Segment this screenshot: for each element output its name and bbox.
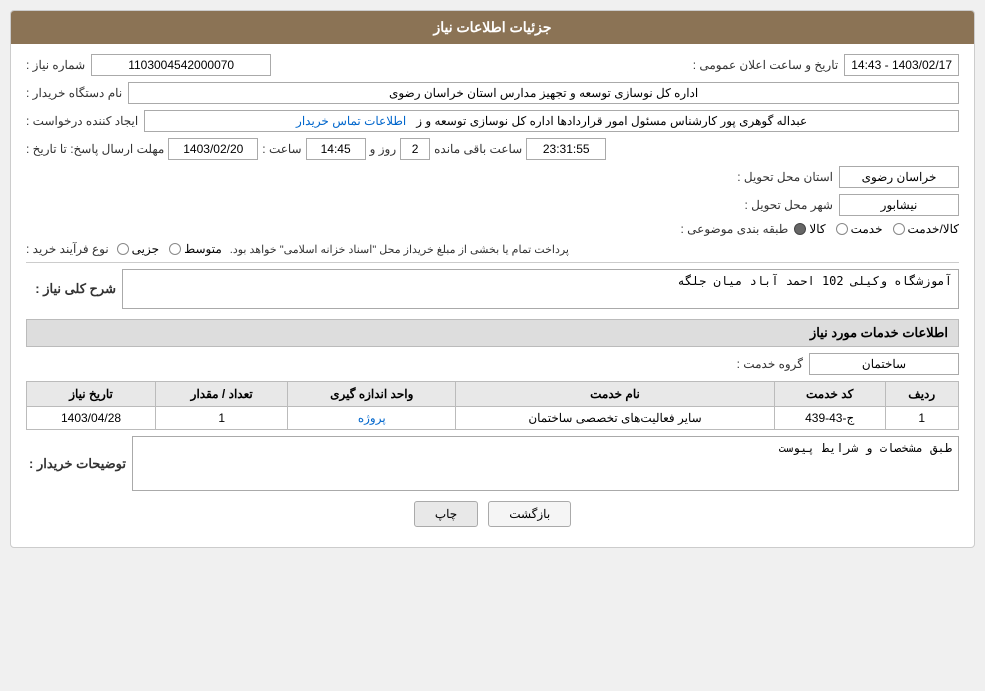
city-group: نیشابور شهر محل تحویل : xyxy=(744,194,959,216)
need-description-textarea[interactable]: آموزشگاه وکیلی 102 احمد آباد میان جلگه xyxy=(122,269,959,309)
purchase-type-radio-1[interactable] xyxy=(117,243,129,255)
creator-contact-link[interactable]: اطلاعات تماس خریدار xyxy=(296,114,406,128)
row-buyer-org: اداره کل نوسازی توسعه و تجهیز مدارس استا… xyxy=(26,82,959,104)
row-creator: عبداله گوهری پور کارشناس مسئول امور قرار… xyxy=(26,110,959,132)
deadline-date-value: 1403/02/20 xyxy=(168,138,258,160)
city-label: شهر محل تحویل : xyxy=(744,198,833,212)
deadline-day-label: روز و xyxy=(370,142,397,156)
purchase-type-label: نوع فرآیند خرید : xyxy=(26,242,109,256)
category-label-2: کالا xyxy=(809,222,825,236)
cell-service-name: سایر فعالیت‌های تخصصی ساختمان xyxy=(456,407,775,430)
province-label: استان محل تحویل : xyxy=(737,170,833,184)
province-value: خراسان رضوی xyxy=(839,166,959,188)
purchase-type-radio-group: متوسط جزیی xyxy=(117,242,222,256)
row-need-number: 1403/02/17 - 14:43 تاریخ و ساعت اعلان عم… xyxy=(26,54,959,76)
button-group: بازگشت چاپ xyxy=(26,501,959,537)
cell-unit: پروژه xyxy=(288,407,456,430)
services-table: ردیف کد خدمت نام خدمت واحد اندازه گیری ت… xyxy=(26,381,959,430)
page-title: جزئیات اطلاعات نیاز xyxy=(433,19,551,35)
category-option-1[interactable]: خدمت xyxy=(836,222,883,236)
creator-label: ایجاد کننده درخواست : xyxy=(26,114,138,128)
row-need-description: آموزشگاه وکیلی 102 احمد آباد میان جلگه ش… xyxy=(26,269,959,309)
page-header: جزئیات اطلاعات نیاز xyxy=(11,11,974,44)
need-number-group: 1103004542000070 شماره نیاز : xyxy=(26,54,271,76)
announce-datetime-group: 1403/02/17 - 14:43 تاریخ و ساعت اعلان عم… xyxy=(693,54,959,76)
deadline-label: مهلت ارسال پاسخ: تا تاریخ : xyxy=(26,142,164,156)
category-radio-2[interactable] xyxy=(794,223,806,235)
buyer-notes-label: توضیحات خریدار : xyxy=(26,456,126,472)
province-group: خراسان رضوی استان محل تحویل : xyxy=(737,166,959,188)
services-section-header: اطلاعات خدمات مورد نیاز xyxy=(26,319,959,347)
category-option-2[interactable]: کالا xyxy=(794,222,825,236)
category-option-0[interactable]: کالا/خدمت xyxy=(893,222,959,236)
service-group-value: ساختمان xyxy=(809,353,959,375)
buyer-org-value: اداره کل نوسازی توسعه و تجهیز مدارس استا… xyxy=(128,82,959,104)
row-category: کالا/خدمت خدمت کالا طبقه بندی موضوعی : xyxy=(26,222,959,236)
deadline-remaining-value: 23:31:55 xyxy=(526,138,606,160)
service-group-label: گروه خدمت : xyxy=(737,357,803,371)
col-header-service-code: کد خدمت xyxy=(774,382,885,407)
city-value: نیشابور xyxy=(839,194,959,216)
category-radio-1[interactable] xyxy=(836,223,848,235)
deadline-days-value: 2 xyxy=(400,138,430,160)
col-header-service-name: نام خدمت xyxy=(456,382,775,407)
category-radio-group: کالا/خدمت خدمت کالا xyxy=(794,222,959,236)
deadline-time-label: ساعت : xyxy=(262,142,301,156)
buyer-notes-textarea[interactable]: طبق مشخصات و شرایط پیوست xyxy=(132,436,959,491)
need-description-label: شرح کلی نیاز : xyxy=(26,281,116,297)
cell-row-num: 1 xyxy=(885,407,958,430)
cell-quantity: 1 xyxy=(156,407,288,430)
purchase-note: پرداخت تمام یا بخشی از مبلغ خریداز محل "… xyxy=(230,243,569,256)
purchase-type-label-0: متوسط xyxy=(184,242,222,256)
back-button[interactable]: بازگشت xyxy=(488,501,571,527)
creator-value: عبداله گوهری پور کارشناس مسئول امور قرار… xyxy=(144,110,959,132)
announce-datetime-label: تاریخ و ساعت اعلان عمومی : xyxy=(693,58,839,72)
cell-need-date: 1403/04/28 xyxy=(27,407,156,430)
col-header-need-date: تاریخ نیاز xyxy=(27,382,156,407)
need-number-value: 1103004542000070 xyxy=(91,54,271,76)
table-row: 1 ج-43-439 سایر فعالیت‌های تخصصی ساختمان… xyxy=(27,407,959,430)
row-deadline: 23:31:55 ساعت باقی مانده 2 روز و 14:45 س… xyxy=(26,138,959,160)
row-buyer-notes: طبق مشخصات و شرایط پیوست توضیحات خریدار … xyxy=(26,436,959,491)
deadline-time-value: 14:45 xyxy=(306,138,366,160)
purchase-type-option-1[interactable]: جزیی xyxy=(117,242,159,256)
row-purchase-type: پرداخت تمام یا بخشی از مبلغ خریداز محل "… xyxy=(26,242,959,256)
col-header-quantity: تعداد / مقدار xyxy=(156,382,288,407)
row-city: نیشابور شهر محل تحویل : xyxy=(26,194,959,216)
purchase-type-radio-0[interactable] xyxy=(169,243,181,255)
announce-datetime-value: 1403/02/17 - 14:43 xyxy=(844,54,959,76)
category-label-0: کالا/خدمت xyxy=(908,222,959,236)
category-label: طبقه بندی موضوعی : xyxy=(681,222,789,236)
col-header-row-num: ردیف xyxy=(885,382,958,407)
col-header-unit: واحد اندازه گیری xyxy=(288,382,456,407)
cell-service-code: ج-43-439 xyxy=(774,407,885,430)
deadline-remaining-label: ساعت باقی مانده xyxy=(434,142,522,156)
category-radio-0[interactable] xyxy=(893,223,905,235)
purchase-type-option-0[interactable]: متوسط xyxy=(169,242,222,256)
divider-1 xyxy=(26,262,959,263)
purchase-type-label-1: جزیی xyxy=(132,242,159,256)
row-province: خراسان رضوی استان محل تحویل : xyxy=(26,166,959,188)
buyer-org-label: نام دستگاه خریدار : xyxy=(26,86,122,100)
category-label-1: خدمت xyxy=(851,222,883,236)
print-button[interactable]: چاپ xyxy=(414,501,478,527)
row-service-group: ساختمان گروه خدمت : xyxy=(26,353,959,375)
need-number-label: شماره نیاز : xyxy=(26,58,85,72)
